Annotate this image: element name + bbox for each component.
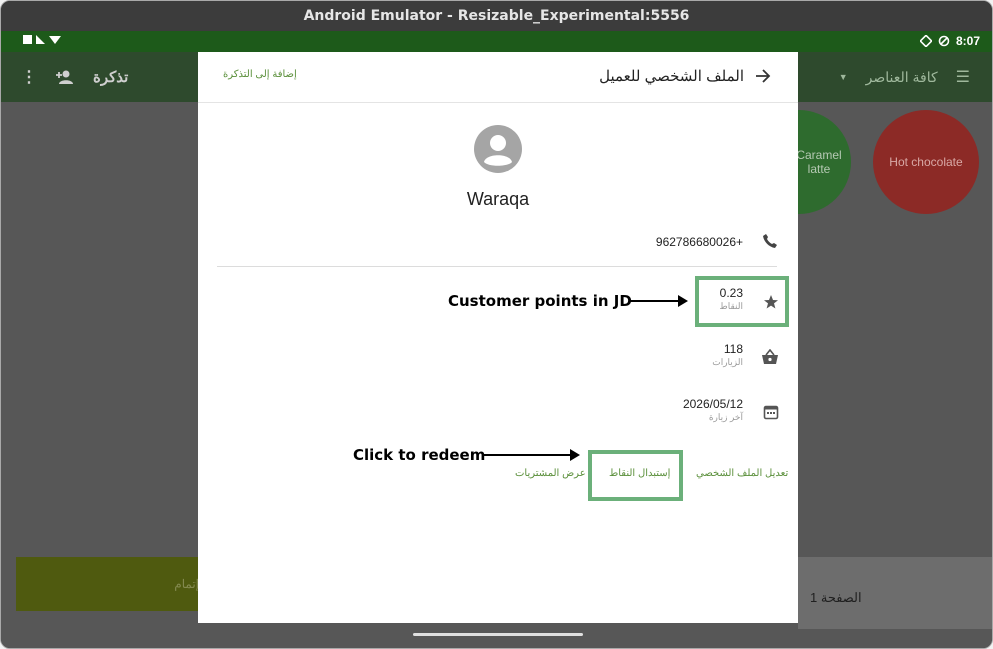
calendar-icon <box>763 405 779 420</box>
visits-info: 118 الزيارات <box>712 342 743 368</box>
basket-icon <box>762 349 778 364</box>
add-customer-icon[interactable] <box>55 69 75 85</box>
category-selector[interactable]: كافة العناصر <box>866 69 938 86</box>
customer-name: Waraqa <box>466 189 530 209</box>
emulator-window: Android Emulator - Resizable_Experimenta… <box>0 0 993 649</box>
dialog-header: الملف الشخصي للعميل إضافة إلى التذكرة <box>198 52 798 103</box>
points-highlight-box <box>695 276 789 327</box>
visits-value: 118 <box>723 342 743 356</box>
add-to-ticket-button[interactable]: إضافة إلى التذكرة <box>223 69 297 80</box>
back-arrow-icon[interactable] <box>754 66 772 86</box>
redeem-annotation-arrow <box>484 449 580 461</box>
status-time: 8:07 <box>955 34 980 48</box>
charge-button[interactable]: إتمام <box>16 557 199 611</box>
wifi-icon <box>919 35 932 47</box>
redeem-highlight-box <box>588 450 683 501</box>
navigation-handle[interactable] <box>413 633 583 636</box>
phone-icon <box>763 234 777 248</box>
points-annotation: Customer points in JD <box>448 292 632 310</box>
last-visit-label: آخر زيارة <box>708 412 743 422</box>
view-purchases-button[interactable]: عرض المشتريات <box>515 468 586 479</box>
points-annotation-arrow <box>629 295 688 307</box>
page-indicator: الصفحة 1 <box>798 557 992 629</box>
ticket-title: تذكرة <box>93 69 129 86</box>
status-notification-icons <box>23 35 61 44</box>
product-hot-chocolate[interactable]: Hot chocolate <box>873 110 979 214</box>
visits-label: الزيارات <box>712 357 743 367</box>
notification-icon <box>36 35 45 44</box>
overflow-menu-icon[interactable]: ⋮ <box>21 67 37 87</box>
notification-icon <box>23 35 32 44</box>
avatar <box>474 125 522 173</box>
edit-profile-button[interactable]: تعديل الملف الشخصي <box>696 468 788 479</box>
dropdown-arrow-icon[interactable]: ▼ <box>839 72 848 82</box>
battery-icon <box>938 35 950 47</box>
last-visit-value: 2026/05/12 <box>682 397 743 411</box>
window-title: Android Emulator - Resizable_Experimenta… <box>1 1 992 31</box>
menu-icon[interactable]: ☰ <box>956 67 970 87</box>
redeem-annotation: Click to redeem <box>353 446 486 464</box>
phone-number: 962786680026+ <box>655 235 743 249</box>
customer-profile-dialog: الملف الشخصي للعميل إضافة إلى التذكرة Wa… <box>198 52 798 623</box>
android-status-bar: 8:07 <box>1 31 992 52</box>
divider <box>217 266 777 267</box>
dialog-title: الملف الشخصي للعميل <box>599 68 744 85</box>
notification-icon <box>49 35 61 44</box>
last-visit-info: 2026/05/12 آخر زيارة <box>683 397 743 423</box>
